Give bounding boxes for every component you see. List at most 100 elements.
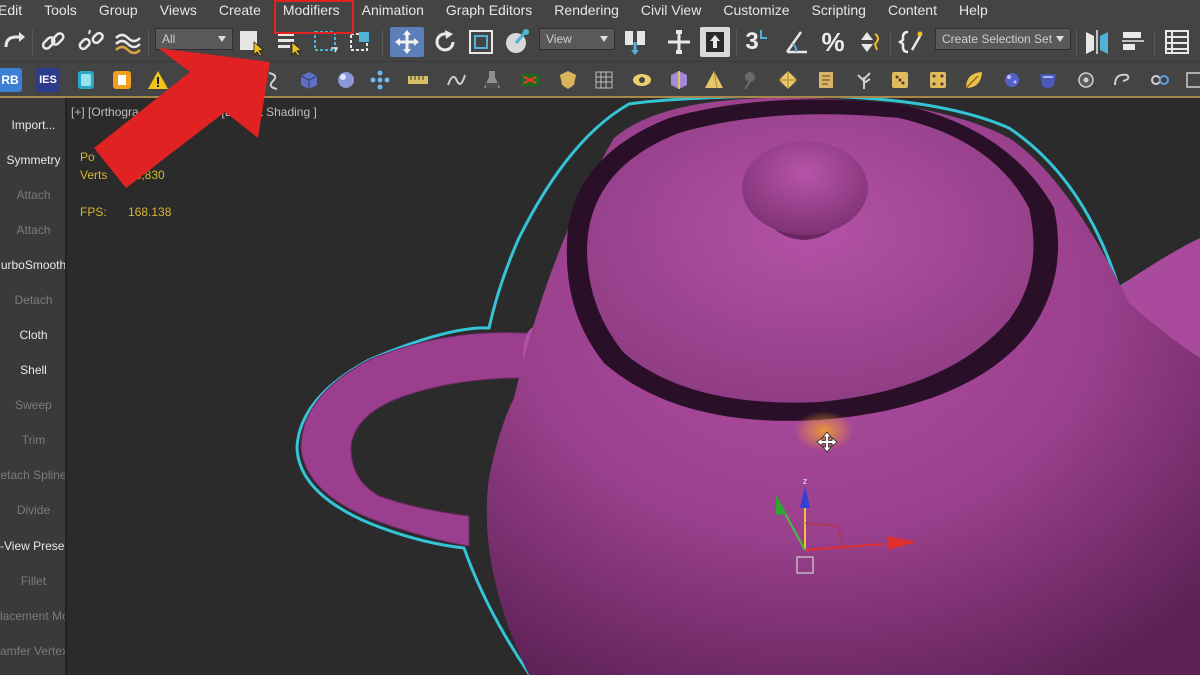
shield-icon[interactable]	[556, 68, 580, 92]
named-selection-set-dropdown[interactable]: Create Selection Set	[935, 28, 1071, 50]
toolbar-separator	[32, 30, 33, 56]
perspective-viewport[interactable]: z [+] [Orthogra [Default Shading ] Po 4 …	[69, 98, 1200, 675]
menu-civil-view[interactable]: Civil View	[630, 0, 712, 22]
reference-coordinate-dropdown[interactable]: View	[539, 28, 615, 50]
pin-icon[interactable]	[738, 68, 762, 92]
menu-customize[interactable]: Customize	[712, 0, 800, 22]
menu-help[interactable]: Help	[948, 0, 999, 22]
edit-named-selection-icon[interactable]	[898, 27, 928, 57]
command-panel-button[interactable]: Sweep	[0, 391, 65, 419]
scroll-icon[interactable]	[814, 68, 838, 92]
menu-content[interactable]: Content	[877, 0, 948, 22]
command-panel-button[interactable]: Divide	[0, 496, 65, 524]
viewport-label[interactable]: [+] [Orthogra [Default Shading ]	[71, 105, 317, 119]
command-panel-button[interactable]: Fillet	[0, 567, 65, 595]
window-crossing-icon[interactable]	[346, 27, 376, 57]
flask-icon[interactable]	[480, 68, 504, 92]
unlink-icon[interactable]	[76, 27, 106, 57]
ies-light-icon[interactable]: IES	[36, 68, 60, 92]
select-and-rotate-icon[interactable]	[430, 27, 460, 57]
viewport-shading-mode[interactable]: [Default Shading ]	[221, 105, 316, 119]
menu-group[interactable]: Group	[88, 0, 149, 22]
keyboard-shortcut-override-icon[interactable]	[700, 27, 730, 57]
stats-fps-label: FPS:	[80, 205, 107, 219]
command-panel-button[interactable]: -View Preset	[0, 532, 65, 560]
command-panel-button[interactable]: urboSmooth	[0, 251, 65, 279]
pyramid-icon[interactable]	[702, 68, 726, 92]
dice-icon[interactable]	[888, 68, 912, 92]
ruler-icon[interactable]	[406, 68, 430, 92]
command-panel-button[interactable]: Import...	[0, 111, 65, 139]
command-panel-button[interactable]: lacement Mc	[0, 602, 65, 630]
select-object-icon[interactable]	[236, 27, 266, 57]
helix-icon[interactable]	[262, 68, 286, 92]
diamond-icon[interactable]	[776, 68, 800, 92]
select-and-scale-icon[interactable]	[466, 27, 496, 57]
material-library-icon[interactable]	[74, 68, 98, 92]
hair-fur-icon[interactable]	[1036, 68, 1060, 92]
particle-system-icon[interactable]	[368, 68, 392, 92]
eye-icon[interactable]	[630, 68, 654, 92]
stats-fps-value: 168.138	[128, 205, 172, 219]
particles-blue-icon[interactable]	[1000, 68, 1024, 92]
film-icon[interactable]	[518, 68, 542, 92]
leaf-icon[interactable]	[962, 68, 986, 92]
box-primitive-icon[interactable]	[296, 68, 320, 92]
angle-snap-icon[interactable]	[782, 27, 812, 57]
tool-overflow-icon[interactable]	[1182, 68, 1200, 92]
menu-animation[interactable]: Animation	[351, 0, 435, 22]
percent-snap-icon[interactable]: %	[818, 27, 848, 57]
select-and-move-icon[interactable]	[390, 27, 424, 57]
warning-icon[interactable]	[146, 68, 170, 92]
spline-icon[interactable]	[444, 68, 468, 92]
viewport-menu-plus[interactable]: [+]	[71, 105, 85, 119]
stats-verts-label: Verts	[80, 168, 108, 182]
command-panel-button[interactable]: Symmetry	[0, 146, 65, 174]
select-and-manipulate-icon[interactable]	[664, 27, 694, 57]
command-panel-button[interactable]: Attach	[0, 216, 65, 244]
align-icon[interactable]	[1118, 27, 1148, 57]
menu-graph-editors[interactable]: Graph Editors	[435, 0, 543, 22]
link-icon[interactable]	[38, 27, 68, 57]
mirror-icon[interactable]	[1082, 27, 1112, 57]
redo-icon[interactable]	[0, 27, 30, 57]
menu-scripting[interactable]: Scripting	[800, 0, 876, 22]
stats-verts-value: 48,830	[128, 168, 165, 182]
cube-map-icon[interactable]	[666, 68, 690, 92]
camera-target-icon[interactable]	[1074, 68, 1098, 92]
stats-fps: FPS: 168.138	[80, 205, 171, 219]
bind-space-warp-icon[interactable]	[114, 27, 144, 57]
link-chain-icon[interactable]	[1148, 68, 1172, 92]
selection-filter-dropdown[interactable]: All	[155, 28, 233, 50]
menu-edit[interactable]: Edit	[0, 0, 33, 22]
select-by-name-icon[interactable]	[274, 27, 304, 57]
menu-views[interactable]: Views	[149, 0, 208, 22]
asset-icon[interactable]	[110, 68, 134, 92]
pivot-highlight	[794, 411, 854, 451]
teapot-scene[interactable]: z	[69, 98, 1200, 675]
mesh-grid-icon[interactable]	[592, 68, 616, 92]
viewport-point-of-view[interactable]: [Orthogra	[88, 105, 139, 119]
spinner-snap-icon[interactable]	[854, 27, 884, 57]
command-panel-button[interactable]: amfer Vertex	[0, 637, 65, 665]
noise-map-icon[interactable]	[926, 68, 950, 92]
command-panel-button[interactable]: etach Spline	[0, 461, 65, 489]
snaps-toggle-icon[interactable]: 3	[742, 27, 772, 57]
rectangular-selection-icon[interactable]	[310, 27, 340, 57]
command-panel-button[interactable]: Shell	[0, 356, 65, 384]
command-panel-button[interactable]: Detach	[0, 286, 65, 314]
pivot-center-icon[interactable]	[620, 27, 650, 57]
sphere-primitive-icon[interactable]	[334, 68, 358, 92]
command-panel-button[interactable]: Cloth	[0, 321, 65, 349]
menu-create[interactable]: Create	[208, 0, 272, 22]
rb-icon[interactable]: RB	[0, 68, 22, 92]
swirl-icon[interactable]	[1110, 68, 1134, 92]
command-panel-button[interactable]: Attach	[0, 181, 65, 209]
menu-modifiers[interactable]: Modifiers	[272, 0, 351, 22]
command-panel-button[interactable]: Trim	[0, 426, 65, 454]
menu-tools[interactable]: Tools	[33, 0, 88, 22]
menu-rendering[interactable]: Rendering	[543, 0, 630, 22]
scene-explorer-icon[interactable]	[1162, 27, 1192, 57]
foliage-icon[interactable]	[852, 68, 876, 92]
placement-icon[interactable]	[502, 27, 532, 57]
